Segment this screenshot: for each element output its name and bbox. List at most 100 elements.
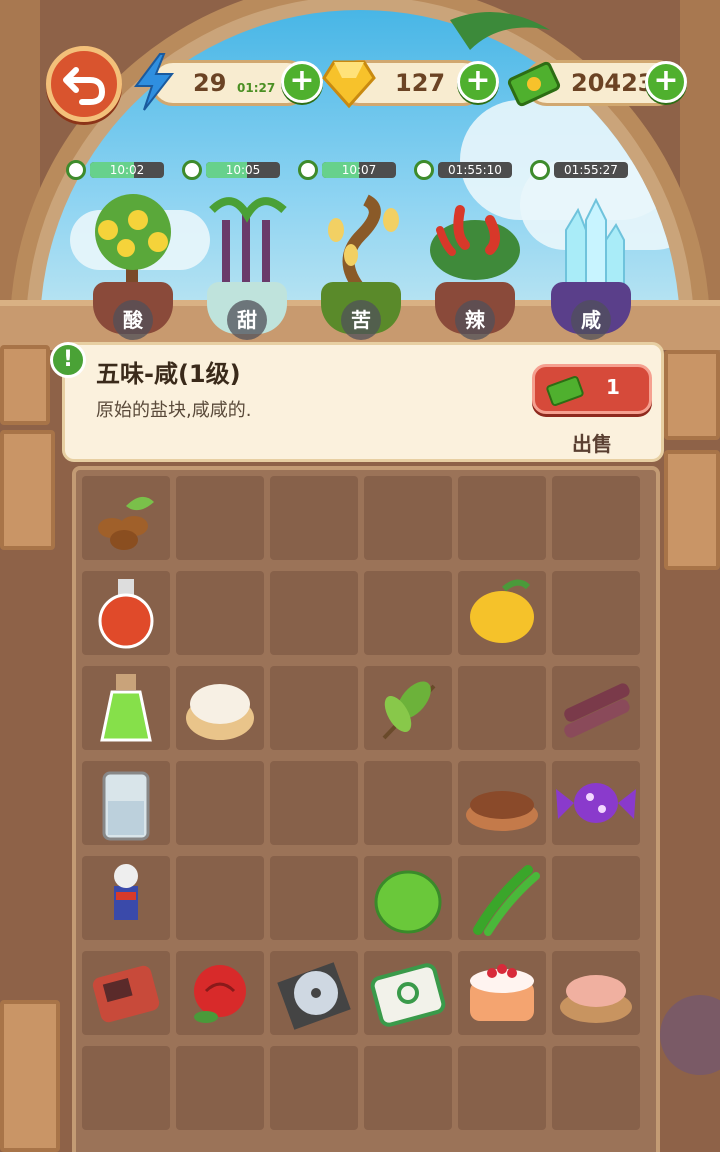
plant-sour[interactable]: 酸 [78,190,188,340]
clock-icon [414,160,434,180]
tea-leaves-icon[interactable] [364,666,452,750]
game-console-icon[interactable] [82,951,170,1035]
grid-cell[interactable] [458,951,546,1035]
plant-spicy[interactable]: 辣 [420,190,530,340]
green-chili-icon[interactable] [458,856,546,940]
grid-cell[interactable] [458,476,546,560]
grid-cell[interactable] [458,571,546,655]
clock-icon [66,160,86,180]
grid-cell[interactable] [270,761,358,845]
grid-cell[interactable] [270,856,358,940]
sell-price: 1 [606,375,620,399]
plant-timer: 10:05 [182,160,282,180]
red-potion-icon[interactable] [82,571,170,655]
grid-cell[interactable] [270,1046,358,1130]
plant-timer: 01:55:10 [414,160,514,180]
crate [664,450,720,570]
grid-cell[interactable] [552,761,640,845]
candy-icon[interactable] [552,761,640,845]
plant-bitter[interactable]: 苦 [306,190,416,340]
grid-cell[interactable] [176,856,264,940]
grid-cell[interactable] [82,951,170,1035]
sugarcane-icon[interactable] [552,666,640,750]
sell-button[interactable] [532,364,652,414]
grid-cell[interactable] [552,571,640,655]
plant-timer: 01:55:27 [530,160,630,180]
add-cash-button[interactable]: + [645,61,687,103]
grid-cell[interactable] [82,571,170,655]
grid-cell[interactable] [364,761,452,845]
grid-cell[interactable] [364,856,452,940]
spice-bowl-icon[interactable] [458,761,546,845]
grid-cell[interactable] [364,476,452,560]
grid-cell[interactable] [458,1046,546,1130]
grid-cell[interactable] [82,761,170,845]
grid-cell[interactable] [176,571,264,655]
grid-cell[interactable] [82,1046,170,1130]
plant-sweet[interactable]: 甜 [192,190,302,340]
pot-label: 酸 [113,300,153,340]
grid-cell[interactable] [552,951,640,1035]
grid-cell[interactable] [552,476,640,560]
grid-cell[interactable] [364,951,452,1035]
grid-cell[interactable] [364,571,452,655]
back-button[interactable] [46,46,122,122]
clock-icon [182,160,202,180]
info-badge: ! [50,342,86,378]
palm-leaf-icon [450,12,550,50]
salt-bowl-icon[interactable] [552,951,640,1035]
coffee-beans-icon[interactable] [82,476,170,560]
green-potion-icon[interactable] [82,666,170,750]
grid-cell[interactable] [176,666,264,750]
rose-icon[interactable] [176,951,264,1035]
grid-cell[interactable] [458,666,546,750]
pot-label: 苦 [341,300,381,340]
lightning-icon [134,53,175,111]
pot-label: 咸 [571,300,611,340]
plant-timer: 10:07 [298,160,398,180]
plant-salty[interactable]: 咸 [536,190,646,340]
grid-cell[interactable] [552,1046,640,1130]
cd-disc-icon[interactable] [270,951,358,1035]
cash-value: 20423 [571,69,655,97]
strawberry-cake-icon[interactable] [458,951,546,1035]
gem-icon [322,60,376,109]
grid-cell[interactable] [176,1046,264,1130]
plant-timer: 10:02 [66,160,166,180]
salt-jar-icon[interactable] [82,761,170,845]
mahjong-tile-icon[interactable] [364,951,452,1035]
item-description: 原始的盐块,咸咸的. [96,400,252,421]
grid-cell[interactable] [270,571,358,655]
cream-puff-icon[interactable] [176,666,264,750]
grid-cell[interactable] [364,666,452,750]
grid-cell[interactable] [82,856,170,940]
grid-cell[interactable] [82,666,170,750]
lemon-icon[interactable] [458,571,546,655]
inventory-grid [72,466,660,1152]
add-gems-button[interactable]: + [457,61,499,103]
cash-icon [507,61,561,107]
gems-value: 127 [395,69,446,97]
grid-cell[interactable] [82,476,170,560]
energy-timer: 01:27 [237,81,276,95]
grid-cell[interactable] [270,666,358,750]
hero-figure-icon[interactable] [82,856,170,940]
grid-cell[interactable] [176,951,264,1035]
sell-label: 出售 [572,432,612,456]
grid-cell[interactable] [176,476,264,560]
grid-cell[interactable] [270,476,358,560]
grid-cell[interactable] [364,1046,452,1130]
grid-cell[interactable] [458,761,546,845]
grid-cell[interactable] [176,761,264,845]
timer-text: 01:55:10 [448,163,502,177]
grid-cell[interactable] [270,951,358,1035]
back-arrow-icon [63,67,105,105]
grid-cell[interactable] [552,666,640,750]
item-title: 五味-咸(1级) [96,360,241,388]
crate [0,1000,60,1152]
crate [664,350,720,440]
lime-icon[interactable] [364,856,452,940]
grid-cell[interactable] [458,856,546,940]
add-energy-button[interactable]: + [281,61,323,103]
grid-cell[interactable] [552,856,640,940]
